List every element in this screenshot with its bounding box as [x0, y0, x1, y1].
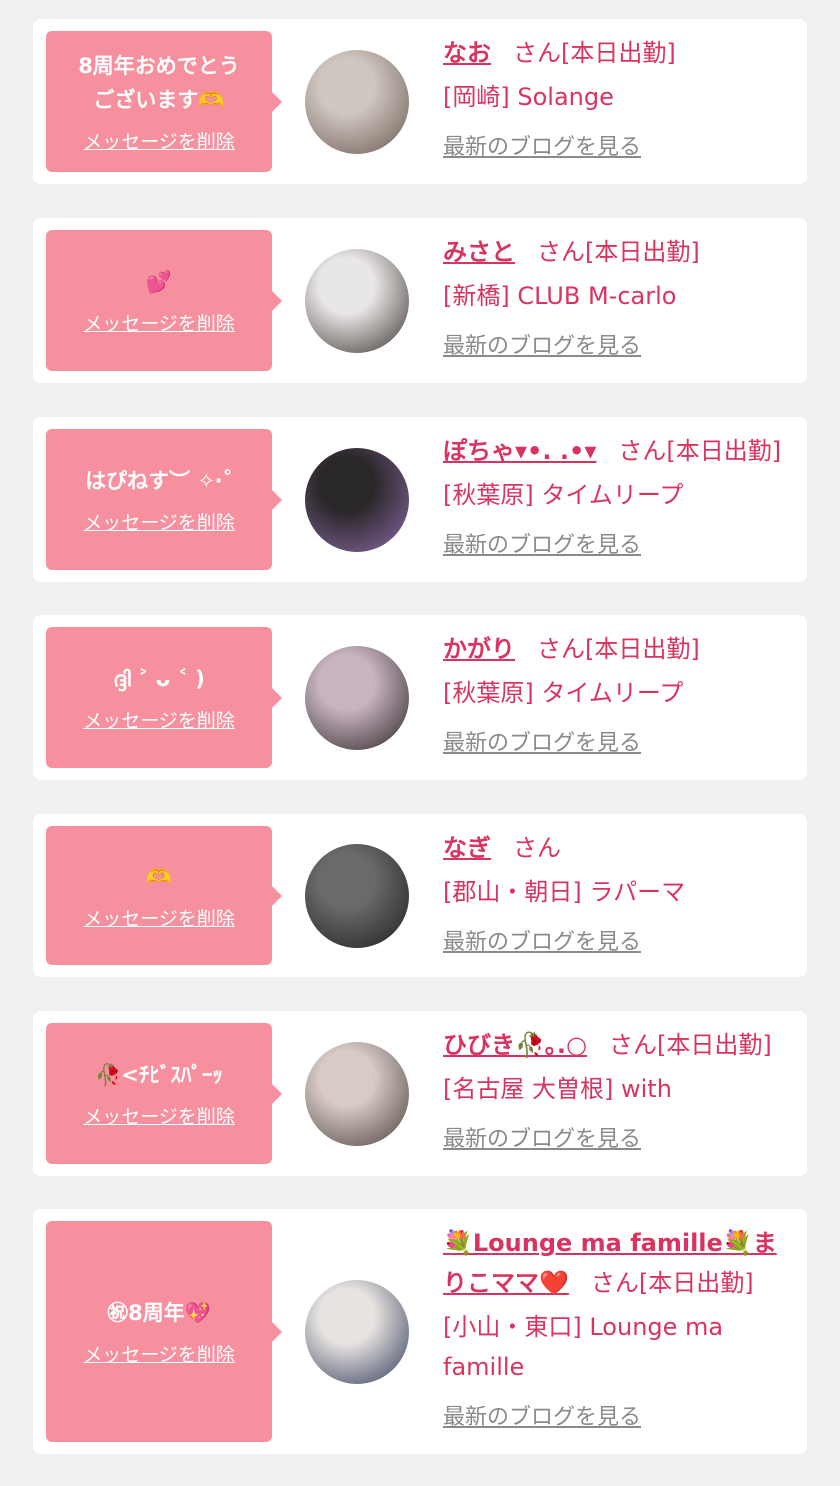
honorific: さん [537, 635, 585, 663]
shop-name: [秋葉原] タイムリープ [443, 679, 684, 707]
cast-name-link[interactable]: なお [443, 39, 491, 67]
cast-info: 💐Lounge ma famille💐まりこママ❤️ さん[本日出勤] [小山・東口… [443, 1223, 798, 1431]
cast-name-link[interactable]: かがり [443, 635, 515, 663]
message-bubble: ദ്ദി ˃ ᴗ ˂ ) メッセージを削除 [46, 627, 282, 768]
shop-name: [新橋] CLUB M-carlo [443, 282, 677, 310]
message-card: 8周年おめでとう ございます🫶 メッセージを削除 なお さん[本日出勤] [岡崎] So… [33, 19, 807, 184]
cast-info: みさと さん[本日出勤] [新橋] CLUB M-carlo 最新のブログを見る [443, 232, 798, 360]
latest-blog-link[interactable]: 最新のブログを見る [443, 924, 641, 956]
message-list: 8周年おめでとう ございます🫶 メッセージを削除 なお さん[本日出勤] [岡崎] So… [0, 0, 840, 1486]
message-bubble: 🫶 メッセージを削除 [46, 826, 282, 965]
message-text: ㊗8周年💖 [107, 1301, 211, 1325]
shop-name: [名古屋 大曽根] with [443, 1075, 672, 1103]
delete-message-link[interactable]: メッセージを削除 [83, 1340, 235, 1367]
message-text: 🫶 [145, 865, 173, 889]
message-card: 🫶 メッセージを削除 なぎ さん [郡山・朝日] ラパーマ最新のブログを見る [33, 814, 807, 977]
honorific: さん [618, 437, 667, 465]
message-bubble: ㊗8周年💖 メッセージを削除 [46, 1221, 282, 1442]
honorific: さん [513, 834, 561, 862]
cast-info: かがり さん[本日出勤] [秋葉原] タイムリープ最新のブログを見る [443, 629, 798, 757]
delete-message-link[interactable]: メッセージを削除 [83, 127, 235, 154]
attendance-status: [本日出勤] [585, 238, 700, 266]
message-text: ദ്ദി ˃ ᴗ ˂ ) [113, 667, 205, 691]
avatar[interactable] [305, 248, 409, 353]
avatar[interactable] [305, 49, 409, 154]
message-card: ദ്ദി ˃ ᴗ ˂ ) メッセージを削除 かがり さん[本日出勤] [秋葉原] タイム… [33, 615, 807, 780]
cast-info: ひびき🥀｡.○ さん[本日出勤] [名古屋 大曽根] with 最新のブログを見る [443, 1025, 798, 1153]
cast-info: なぎ さん [郡山・朝日] ラパーマ最新のブログを見る [443, 828, 798, 956]
message-text: 🥀<ﾁﾋﾞｽﾊﾟｰｯ [95, 1063, 223, 1087]
message-bubble: はぴねす︶ ✧‧˚ メッセージを削除 [46, 429, 282, 570]
cast-name-line: なぎ さん [443, 828, 798, 868]
latest-blog-link[interactable]: 最新のブログを見る [443, 129, 641, 161]
message-text: 8周年おめでとう ございます🫶 [78, 54, 240, 112]
latest-blog-link[interactable]: 最新のブログを見る [443, 1121, 641, 1153]
shop-name: [郡山・朝日] ラパーマ [443, 878, 686, 906]
latest-blog-link[interactable]: 最新のブログを見る [443, 328, 641, 360]
message-text: はぴねす︶ ✧‧˚ [85, 469, 233, 493]
avatar[interactable] [305, 1279, 409, 1384]
attendance-status: [本日出勤] [656, 1031, 772, 1059]
avatar[interactable] [305, 447, 409, 552]
delete-message-link[interactable]: メッセージを削除 [83, 706, 235, 733]
message-card: 🥀<ﾁﾋﾞｽﾊﾟｰｯ メッセージを削除 ひびき🥀｡.○ さん[本日出勤] [名古屋 大曽… [33, 1011, 807, 1176]
latest-blog-link[interactable]: 最新のブログを見る [443, 1399, 641, 1431]
message-text: 💕 [145, 270, 173, 294]
attendance-status: [本日出勤] [561, 39, 676, 67]
cast-name-link[interactable]: みさと [443, 238, 515, 266]
shop-name: [小山・東口] Lounge ma famille [443, 1313, 724, 1381]
delete-message-link[interactable]: メッセージを削除 [83, 1102, 235, 1129]
avatar[interactable] [305, 1041, 409, 1146]
message-bubble: 💕 メッセージを削除 [46, 230, 282, 371]
delete-message-link[interactable]: メッセージを削除 [83, 508, 235, 535]
latest-blog-link[interactable]: 最新のブログを見る [443, 527, 641, 559]
shop-name: [秋葉原] タイムリープ [443, 481, 684, 509]
delete-message-link[interactable]: メッセージを削除 [83, 904, 235, 931]
avatar[interactable] [305, 645, 409, 750]
avatar[interactable] [305, 843, 409, 948]
cast-info: なお さん[本日出勤] [岡崎] Solange 最新のブログを見る [443, 33, 798, 161]
cast-name-link[interactable]: ぽちゃ▾•. .•▾ [443, 437, 596, 465]
cast-name-line: 💐Lounge ma famille💐まりこママ❤️ さん[本日出勤] [443, 1223, 798, 1303]
shop-name: [岡崎] Solange [443, 83, 614, 111]
message-card: ㊗8周年💖 メッセージを削除 💐Lounge ma famille💐まりこママ❤️ さ… [33, 1209, 807, 1454]
message-bubble: 🥀<ﾁﾋﾞｽﾊﾟｰｯ メッセージを削除 [46, 1023, 282, 1164]
cast-info: ぽちゃ▾•. .•▾ さん[本日出勤] [秋葉原] タイムリープ最新のブログを見る [443, 431, 798, 559]
cast-name-link[interactable]: ひびき🥀｡.○ [443, 1031, 587, 1059]
message-card: はぴねす︶ ✧‧˚ メッセージを削除 ぽちゃ▾•. .•▾ さん[本日出勤] [秋葉原]… [33, 417, 807, 582]
honorific: さん [537, 238, 585, 266]
cast-name-link[interactable]: なぎ [443, 834, 491, 862]
cast-name-line: みさと さん[本日出勤] [443, 232, 798, 272]
attendance-status: [本日出勤] [666, 437, 782, 465]
honorific: さん [513, 39, 561, 67]
message-card: 💕 メッセージを削除 みさと さん[本日出勤] [新橋] CLUB M-carlo 最新の… [33, 218, 807, 383]
cast-name-line: なお さん[本日出勤] [443, 33, 798, 73]
cast-name-line: ひびき🥀｡.○ さん[本日出勤] [443, 1025, 798, 1065]
cast-name-line: ぽちゃ▾•. .•▾ さん[本日出勤] [443, 431, 798, 471]
attendance-status: [本日出勤] [585, 635, 700, 663]
latest-blog-link[interactable]: 最新のブログを見る [443, 725, 641, 757]
delete-message-link[interactable]: メッセージを削除 [83, 309, 235, 336]
message-bubble: 8周年おめでとう ございます🫶 メッセージを削除 [46, 31, 282, 172]
cast-name-line: かがり さん[本日出勤] [443, 629, 798, 669]
honorific: さん [590, 1269, 639, 1297]
honorific: さん [608, 1031, 657, 1059]
attendance-status: [本日出勤] [638, 1269, 754, 1297]
